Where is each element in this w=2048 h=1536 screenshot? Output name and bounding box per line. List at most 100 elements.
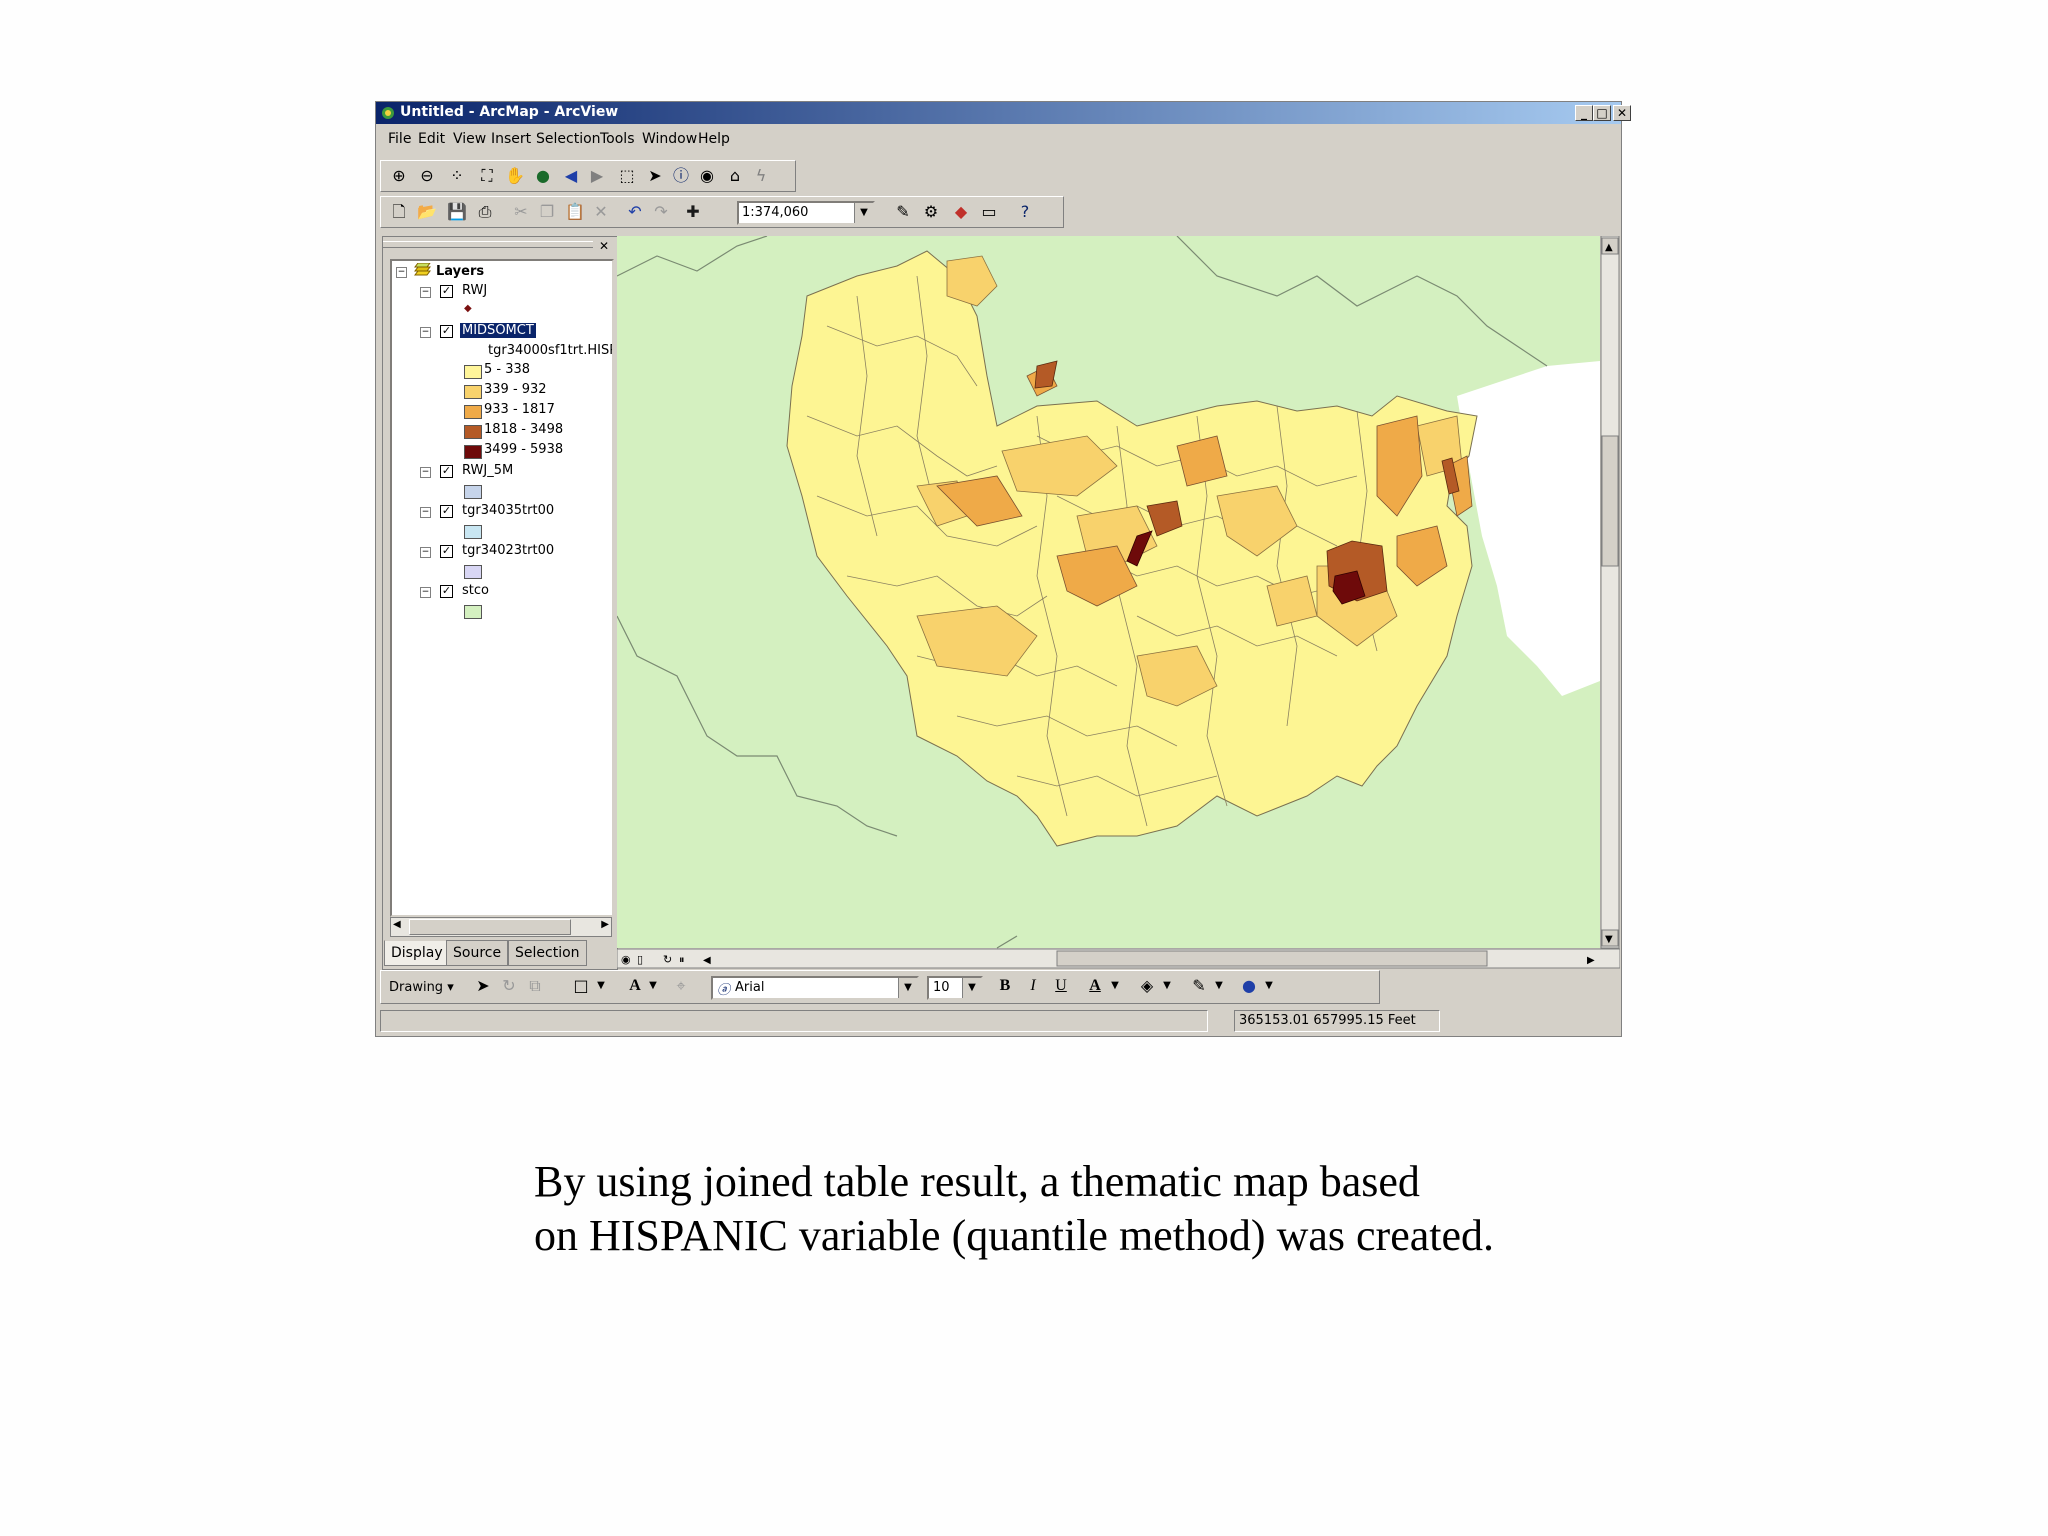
- collapse-icon[interactable]: −: [420, 547, 431, 558]
- layer-name-tgr34035trt00[interactable]: tgr34035trt00: [462, 503, 554, 518]
- layer-name-tgr34023trt00[interactable]: tgr34023trt00: [462, 543, 554, 558]
- font-family-combo[interactable]: Arial ⓐ ▼: [711, 976, 919, 1000]
- open-folder-icon[interactable]: 📂: [417, 202, 437, 222]
- menu-file[interactable]: File: [388, 131, 411, 147]
- menu-insert[interactable]: Insert: [491, 131, 531, 147]
- drawing-menu[interactable]: Drawing ▾: [389, 980, 454, 995]
- collapse-icon[interactable]: −: [420, 287, 431, 298]
- layer-visibility-checkbox[interactable]: ✓: [440, 465, 453, 478]
- paste-icon[interactable]: 📋: [565, 202, 585, 222]
- new-text-icon[interactable]: A: [625, 976, 645, 996]
- redo-icon[interactable]: ↷: [651, 202, 671, 222]
- new-document-icon[interactable]: 🗋: [389, 202, 409, 222]
- pause-drawing-icon[interactable]: ⏸: [679, 953, 685, 966]
- editor-toolbar-icon[interactable]: ✎: [893, 202, 913, 222]
- point-symbol-icon[interactable]: ◆: [464, 303, 472, 314]
- add-data-icon[interactable]: ✚: [683, 202, 703, 222]
- collapse-icon[interactable]: −: [420, 507, 431, 518]
- tab-source[interactable]: Source: [446, 940, 509, 966]
- menu-edit[interactable]: Edit: [418, 131, 445, 147]
- select-features-icon[interactable]: ⬚: [617, 166, 637, 186]
- data-view-icon[interactable]: ◉: [621, 953, 631, 966]
- tab-display[interactable]: Display: [384, 940, 450, 966]
- select-elements-arrow-icon[interactable]: ➤: [645, 166, 665, 186]
- undo-icon[interactable]: ↶: [625, 202, 645, 222]
- chevron-down-icon[interactable]: ▼: [898, 978, 917, 998]
- map-view[interactable]: ▲ ▼ ◉ ▯ ↻ ⏸ ◀ ▶: [616, 235, 1621, 969]
- back-arrow-icon[interactable]: ◀: [561, 166, 581, 186]
- toc-close-icon[interactable]: ✕: [599, 239, 609, 253]
- fixed-zoom-in-icon[interactable]: ⁘: [447, 166, 467, 186]
- zoom-whole-page-icon[interactable]: ⧉: [525, 976, 545, 996]
- chevron-down-icon[interactable]: ▼: [1157, 976, 1177, 996]
- chevron-down-icon[interactable]: ▼: [1259, 976, 1279, 996]
- edit-vertices-icon[interactable]: ⌖: [671, 976, 691, 996]
- refresh-icon[interactable]: ↻: [663, 953, 672, 966]
- pan-hand-icon[interactable]: ✋: [505, 166, 525, 186]
- scroll-up-icon[interactable]: ▲: [1605, 242, 1613, 253]
- chevron-down-icon[interactable]: ▼: [643, 976, 663, 996]
- arccatalog-icon[interactable]: ⚙: [921, 202, 941, 222]
- identify-icon[interactable]: ⓘ: [671, 166, 691, 186]
- layer-visibility-checkbox[interactable]: ✓: [440, 505, 453, 518]
- cut-icon[interactable]: ✂: [511, 202, 531, 222]
- full-extent-globe-icon[interactable]: ●: [533, 166, 553, 186]
- map-canvas[interactable]: ▲ ▼ ◉ ▯ ↻ ⏸ ◀ ▶: [616, 235, 1621, 969]
- forward-arrow-icon[interactable]: ▶: [587, 166, 607, 186]
- scroll-left-icon[interactable]: ◀: [393, 919, 401, 930]
- legend-swatch[interactable]: [464, 425, 482, 439]
- layer-name-rwj[interactable]: RWJ: [462, 283, 487, 298]
- menu-help[interactable]: Help: [698, 131, 730, 147]
- menu-view[interactable]: View: [453, 131, 486, 147]
- whats-this-help-icon[interactable]: ?: [1015, 202, 1035, 222]
- layer-name-stco[interactable]: stco: [462, 583, 489, 598]
- legend-swatch[interactable]: [464, 485, 482, 499]
- hyperlink-icon[interactable]: ϟ: [751, 166, 771, 186]
- fixed-zoom-out-icon[interactable]: ⛶: [477, 166, 497, 186]
- legend-swatch[interactable]: [464, 565, 482, 579]
- scroll-thumb[interactable]: [1601, 435, 1619, 567]
- collapse-icon[interactable]: −: [420, 467, 431, 478]
- arctoolbox-icon[interactable]: ◆: [951, 202, 971, 222]
- chevron-down-icon[interactable]: ▼: [1105, 976, 1125, 996]
- legend-swatch[interactable]: [464, 445, 482, 459]
- layer-name-midsomct[interactable]: MIDSOMCT: [460, 323, 536, 338]
- copy-icon[interactable]: ❐: [537, 202, 557, 222]
- collapse-icon[interactable]: −: [396, 267, 407, 278]
- measure-icon[interactable]: ⌂: [725, 166, 745, 186]
- legend-swatch[interactable]: [464, 525, 482, 539]
- legend-swatch[interactable]: [464, 605, 482, 619]
- chevron-down-icon[interactable]: ▼: [1209, 976, 1229, 996]
- layout-view-icon[interactable]: ▯: [637, 953, 643, 966]
- scroll-right-icon[interactable]: ▶: [601, 919, 609, 930]
- legend-swatch[interactable]: [464, 405, 482, 419]
- scroll-down-icon[interactable]: ▼: [1605, 934, 1613, 945]
- save-icon[interactable]: 💾: [447, 202, 467, 222]
- bold-button[interactable]: B: [995, 976, 1015, 996]
- chevron-down-icon[interactable]: ▼: [591, 976, 611, 996]
- command-line-icon[interactable]: ▭: [979, 202, 999, 222]
- line-color-icon[interactable]: ✎: [1189, 976, 1209, 996]
- zoom-out-icon[interactable]: ⊖: [417, 166, 437, 186]
- scroll-thumb[interactable]: [409, 919, 571, 935]
- rotate-icon[interactable]: ↻: [499, 976, 519, 996]
- font-color-icon[interactable]: A: [1085, 976, 1105, 996]
- select-elements-arrow-icon[interactable]: ➤: [473, 976, 493, 996]
- font-size-combo[interactable]: 10 ▼: [927, 976, 983, 1000]
- delete-icon[interactable]: ✕: [591, 202, 611, 222]
- chevron-down-icon[interactable]: ▼: [962, 978, 981, 998]
- menu-window[interactable]: Window: [642, 131, 697, 147]
- collapse-icon[interactable]: −: [420, 327, 431, 338]
- rectangle-icon[interactable]: □: [571, 976, 591, 996]
- chevron-down-icon[interactable]: ▼: [854, 203, 873, 223]
- scroll-left-icon[interactable]: ◀: [703, 955, 711, 966]
- map-horizontal-scrollbar[interactable]: ◉ ▯ ↻ ⏸ ◀ ▶: [616, 948, 1621, 969]
- menu-selection[interactable]: Selection: [536, 131, 601, 147]
- legend-swatch[interactable]: [464, 385, 482, 399]
- menu-tools[interactable]: Tools: [600, 131, 635, 147]
- minimize-button[interactable]: _: [1575, 105, 1593, 121]
- scroll-thumb[interactable]: [1056, 950, 1488, 967]
- scroll-right-icon[interactable]: ▶: [1587, 955, 1595, 966]
- zoom-in-icon[interactable]: ⊕: [389, 166, 409, 186]
- close-button[interactable]: ✕: [1613, 105, 1631, 121]
